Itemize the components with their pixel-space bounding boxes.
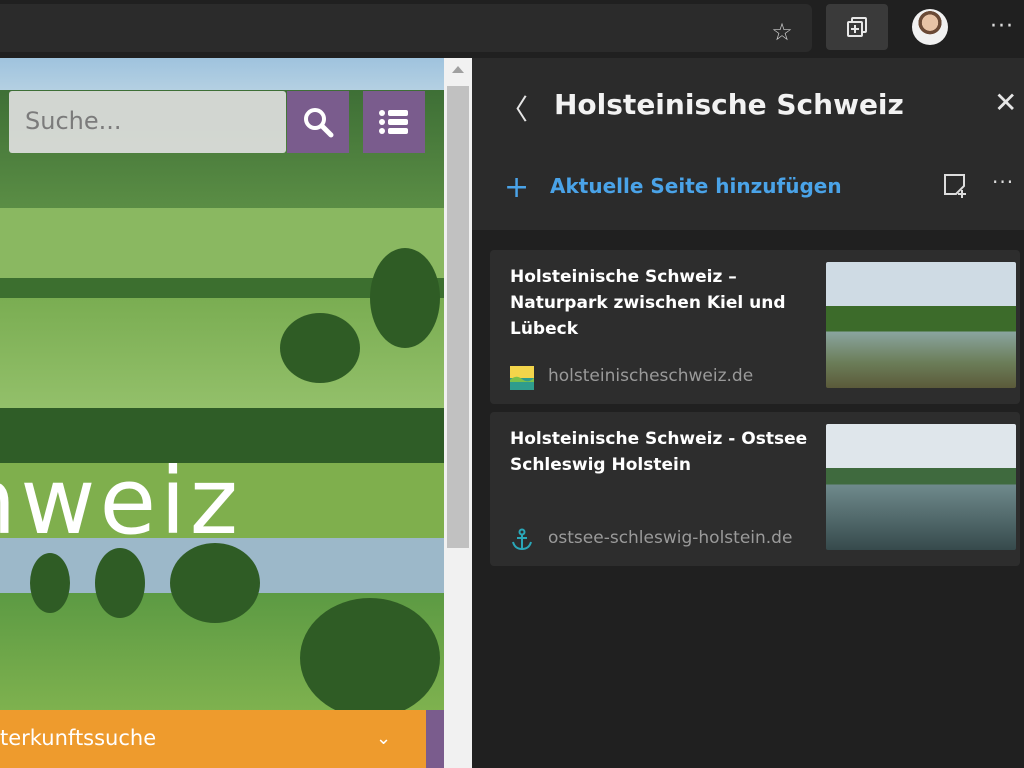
tree bbox=[300, 598, 440, 718]
tree bbox=[280, 313, 360, 383]
tree bbox=[370, 248, 440, 348]
accent-strip bbox=[426, 710, 444, 768]
item-domain: ostsee-schleswig-holstein.de bbox=[548, 528, 793, 548]
accommodation-search-bar[interactable]: terkunftssuche ⌄ bbox=[0, 710, 426, 768]
browser-toolbar: ☆ ··· bbox=[0, 0, 1024, 58]
item-title: Holsteinische Schweiz - Ostsee Schleswig… bbox=[510, 429, 808, 475]
search-placeholder: Suche... bbox=[25, 107, 122, 135]
scroll-up-icon[interactable] bbox=[452, 66, 464, 73]
close-icon[interactable]: ✕ bbox=[994, 86, 1017, 119]
collection-title: Holsteinische Schweiz bbox=[554, 88, 904, 121]
anchor-icon bbox=[512, 528, 532, 551]
collection-item[interactable]: Holsteinische Schweiz – Naturpark zwisch… bbox=[490, 250, 1020, 404]
site-menu-button[interactable] bbox=[363, 91, 425, 153]
pane-more-icon[interactable]: ··· bbox=[992, 170, 1014, 194]
scrollbar-thumb[interactable] bbox=[447, 86, 469, 548]
add-current-page-label: Aktuelle Seite hinzufügen bbox=[550, 174, 842, 198]
back-icon[interactable]: 〈 bbox=[500, 88, 528, 128]
hero-title: hweiz bbox=[0, 448, 243, 555]
collections-pane: 〈 Holsteinische Schweiz ✕ + Aktuelle Sei… bbox=[472, 58, 1024, 768]
site-search-button[interactable] bbox=[287, 91, 349, 153]
site-favicon-icon bbox=[510, 366, 534, 390]
more-icon[interactable]: ··· bbox=[985, 12, 1019, 42]
item-title: Holsteinische Schweiz – Naturpark zwisch… bbox=[510, 267, 786, 339]
collections-button[interactable] bbox=[826, 4, 888, 50]
search-icon bbox=[304, 108, 334, 138]
collections-icon bbox=[847, 17, 867, 37]
plus-icon: + bbox=[504, 170, 530, 205]
collections-header: 〈 Holsteinische Schweiz ✕ + Aktuelle Sei… bbox=[472, 58, 1024, 230]
accommodation-search-label: terkunftssuche bbox=[0, 726, 157, 750]
tree bbox=[30, 553, 70, 613]
item-thumbnail bbox=[826, 262, 1016, 388]
website-viewport: Suche... hweiz terkunftssuche ⌄ bbox=[0, 58, 444, 768]
address-bar[interactable]: ☆ bbox=[0, 4, 812, 52]
chevron-down-icon: ⌄ bbox=[376, 728, 392, 749]
tree bbox=[170, 543, 260, 623]
tree bbox=[95, 548, 145, 618]
add-note-icon[interactable] bbox=[942, 172, 970, 200]
item-domain: holsteinischeschweiz.de bbox=[548, 366, 754, 386]
item-thumbnail bbox=[826, 424, 1016, 550]
list-icon bbox=[379, 110, 408, 134]
page-scrollbar[interactable] bbox=[444, 58, 472, 768]
collection-item[interactable]: Holsteinische Schweiz - Ostsee Schleswig… bbox=[490, 412, 1020, 566]
site-search-input[interactable]: Suche... bbox=[9, 91, 286, 153]
star-icon[interactable]: ☆ bbox=[768, 18, 796, 46]
profile-avatar[interactable] bbox=[912, 9, 948, 45]
